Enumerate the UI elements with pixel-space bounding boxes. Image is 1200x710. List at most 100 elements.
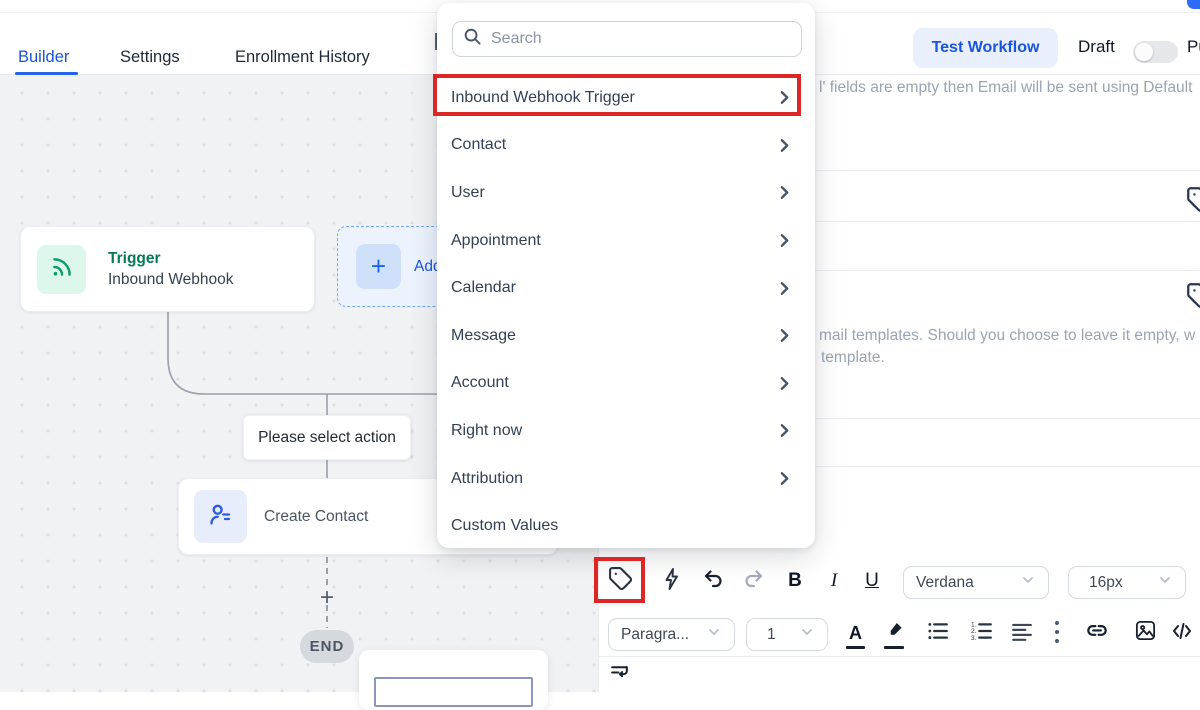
code-icon xyxy=(1170,619,1194,648)
end-node: END xyxy=(300,630,354,663)
font-size-value: 16px xyxy=(1089,574,1123,592)
tab-settings[interactable]: Settings xyxy=(120,40,180,74)
numbered-list-button[interactable]: 1. 2. 3. xyxy=(969,620,995,646)
panel-note-mid-line1: mail templates. Should you choose to lea… xyxy=(819,327,1200,345)
undo-button[interactable] xyxy=(701,568,727,594)
font-family-select[interactable]: Verdana xyxy=(903,566,1049,599)
search-icon xyxy=(463,27,482,51)
bullet-list-icon xyxy=(927,620,949,647)
image-icon xyxy=(1134,619,1157,647)
text-wrap-icon xyxy=(609,661,630,687)
italic-button[interactable]: I xyxy=(823,568,845,594)
trigger-card-title: Trigger xyxy=(108,250,234,268)
plus-icon: + xyxy=(356,244,401,289)
text-color-letter: A xyxy=(849,623,862,644)
test-workflow-label: Test Workflow xyxy=(932,39,1040,57)
toolbar-divider xyxy=(599,656,1200,657)
tab-settings-label: Settings xyxy=(120,48,180,67)
line-height-value: 1 xyxy=(767,626,776,644)
menu-item-custom-values[interactable]: Custom Values xyxy=(437,502,815,550)
chevron-down-icon xyxy=(1157,572,1173,593)
add-step-plus[interactable]: + xyxy=(315,584,339,612)
end-node-label: END xyxy=(310,638,345,655)
action-menu-list: Inbound Webhook Trigger Contact User App… xyxy=(437,74,815,550)
font-size-select[interactable]: 16px xyxy=(1068,566,1186,599)
more-options-button[interactable] xyxy=(1049,620,1065,648)
align-left-button[interactable] xyxy=(1009,620,1035,646)
menu-item-appointment[interactable]: Appointment xyxy=(437,217,815,265)
publish-label-partial: Pu xyxy=(1187,37,1200,57)
select-action-tooltip-text: Please select action xyxy=(258,429,396,447)
menu-item-label: Contact xyxy=(451,136,506,154)
webhook-signal-icon xyxy=(49,254,75,285)
menu-item-account[interactable]: Account xyxy=(437,360,815,408)
chevron-right-icon xyxy=(776,89,793,106)
insert-image-button[interactable] xyxy=(1132,620,1158,646)
align-left-icon xyxy=(1011,620,1033,647)
chevron-right-icon xyxy=(776,184,793,201)
bullet-list-button[interactable] xyxy=(925,620,951,646)
text-wrap-button[interactable] xyxy=(606,662,632,686)
menu-item-message[interactable]: Message xyxy=(437,312,815,360)
redo-button[interactable] xyxy=(740,568,766,594)
chevron-right-icon xyxy=(776,232,793,249)
menu-item-label: Right now xyxy=(451,422,522,440)
chevron-down-icon xyxy=(1020,572,1036,593)
menu-item-label: User xyxy=(451,184,485,202)
menu-item-label: Appointment xyxy=(451,232,541,250)
text-color-button[interactable]: A xyxy=(843,618,868,648)
menu-item-label: Message xyxy=(451,327,516,345)
chevron-right-icon xyxy=(776,470,793,487)
test-workflow-button[interactable]: Test Workflow xyxy=(913,28,1058,68)
merge-tag-icon[interactable] xyxy=(1186,186,1200,218)
line-height-select[interactable]: 1 xyxy=(746,618,828,651)
trigger-link-button[interactable] xyxy=(659,568,685,594)
menu-item-label: Account xyxy=(451,374,509,392)
highlight-color-underline xyxy=(884,646,904,649)
action-select-dropdown: Inbound Webhook Trigger Contact User App… xyxy=(437,3,815,548)
publish-toggle[interactable] xyxy=(1133,41,1178,63)
select-action-tooltip: Please select action xyxy=(243,415,411,460)
tab-builder-label: Builder xyxy=(18,48,69,67)
tab-enrollment-history[interactable]: Enrollment History xyxy=(235,40,370,74)
bold-button[interactable]: B xyxy=(783,568,807,594)
create-contact-icon-chip xyxy=(194,490,247,543)
link-icon xyxy=(1084,618,1110,649)
cropped-blue-button xyxy=(1187,0,1200,9)
menu-item-label: Custom Values xyxy=(451,517,558,535)
menu-item-calendar[interactable]: Calendar xyxy=(437,264,815,312)
underline-button[interactable]: U xyxy=(860,568,884,594)
tab-builder[interactable]: Builder xyxy=(18,40,69,74)
cropped-bottom-card-field xyxy=(374,677,533,707)
trigger-node-card[interactable]: Trigger Inbound Webhook xyxy=(20,226,315,312)
panel-note-top: l' fields are empty then Email will be s… xyxy=(819,79,1200,97)
kebab-menu-icon xyxy=(1053,619,1061,650)
chevron-right-icon xyxy=(776,137,793,154)
code-view-button[interactable] xyxy=(1169,620,1195,646)
action-search[interactable] xyxy=(452,21,802,57)
menu-item-contact[interactable]: Contact xyxy=(437,122,815,170)
menu-item-attribution[interactable]: Attribution xyxy=(437,455,815,503)
menu-item-user[interactable]: User xyxy=(437,169,815,217)
highlighter-icon xyxy=(885,619,906,645)
chevron-right-icon xyxy=(776,375,793,392)
insert-link-button[interactable] xyxy=(1083,620,1111,646)
paragraph-style-value: Paragra... xyxy=(621,626,689,644)
tab-enrollment-history-label: Enrollment History xyxy=(235,48,370,67)
paragraph-style-select[interactable]: Paragra... xyxy=(608,618,735,651)
undo-icon xyxy=(702,567,726,596)
menu-item-inbound-webhook-trigger[interactable]: Inbound Webhook Trigger xyxy=(437,74,815,122)
redo-icon xyxy=(741,567,765,596)
svg-text:3.: 3. xyxy=(971,634,977,641)
user-plus-icon xyxy=(207,501,234,533)
panel-note-mid-line2: template. xyxy=(821,349,1200,367)
chevron-down-icon xyxy=(706,624,722,645)
insert-tag-button[interactable] xyxy=(606,567,634,595)
highlight-color-button[interactable] xyxy=(882,618,908,646)
menu-item-right-now[interactable]: Right now xyxy=(437,407,815,455)
search-input[interactable] xyxy=(491,30,791,48)
merge-tag-icon[interactable] xyxy=(1186,282,1200,314)
text-color-underline xyxy=(846,646,865,649)
font-family-value: Verdana xyxy=(916,574,974,592)
trigger-card-subtitle: Inbound Webhook xyxy=(108,271,234,289)
